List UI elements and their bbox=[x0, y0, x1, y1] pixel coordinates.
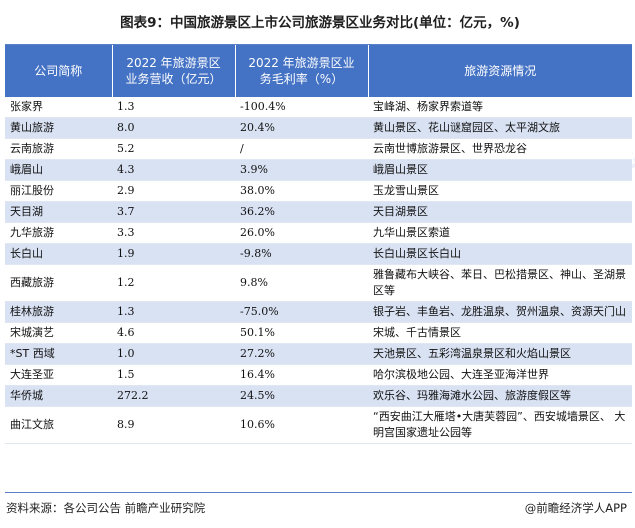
resources-cell: 九华山景区索道 bbox=[368, 222, 632, 244]
table-row: 长白山 1.9 -9.8% 长白山景区长白山 bbox=[5, 243, 632, 265]
company-name-cell: 丽江股份 bbox=[5, 180, 112, 202]
table-body: 张家界 1.3 -100.4% 宝峰湖、杨家界索道等 黄山旅游 8.0 20.4% 黄山景区、… bbox=[5, 97, 632, 444]
revenue-cell: 8.9 bbox=[112, 406, 235, 444]
revenue-cell: 272.2 bbox=[112, 385, 235, 407]
resources-cell: 黄山景区、花山谜窟园区、太平湖文旅 bbox=[368, 117, 632, 139]
margin-cell: 20.4% bbox=[235, 117, 368, 139]
table-row: *ST 西域 1.0 27.2% 天池景区、五彩湾温泉景区和火焰山景区 bbox=[5, 343, 632, 365]
table-row: 西藏旅游 1.2 9.8% 雅鲁藏布大峡谷、苯日、巴松措景区、神山、圣湖景区等 bbox=[5, 264, 632, 302]
resources-cell: 宋城、千古情景区 bbox=[368, 322, 632, 344]
revenue-cell: 1.5 bbox=[112, 364, 235, 386]
table-row: 天目湖 3.7 36.2% 天目湖景区 bbox=[5, 201, 632, 223]
margin-cell: 36.2% bbox=[235, 201, 368, 223]
resources-cell: 天目湖景区 bbox=[368, 201, 632, 223]
company-name-cell: 黄山旅游 bbox=[5, 117, 112, 139]
margin-cell: -75.0% bbox=[235, 301, 368, 323]
resources-cell: 峨眉山景区 bbox=[368, 159, 632, 181]
margin-cell: 16.4% bbox=[235, 364, 368, 386]
table-row: 云南旅游 5.2/云南世博旅游景区、世界恐龙谷 bbox=[5, 138, 632, 160]
data-table: 公司简称 2022 年旅游景区 业务营收（亿元） 2022 年旅游景区业 务毛利率（%）… bbox=[5, 45, 632, 444]
resources-cell: 云南世博旅游景区、世界恐龙谷 bbox=[368, 138, 632, 160]
company-name-cell: 桂林旅游 bbox=[5, 301, 112, 323]
company-name-cell: 峨眉山 bbox=[5, 159, 112, 181]
table-row: 黄山旅游 8.0 20.4% 黄山景区、花山谜窟园区、太平湖文旅 bbox=[5, 117, 632, 139]
revenue-cell: 1.9 bbox=[112, 243, 235, 265]
table-header-row: 公司简称 2022 年旅游景区 业务营收（亿元） 2022 年旅游景区业 务毛利率（%）… bbox=[5, 45, 632, 97]
revenue-cell: 5.2 bbox=[112, 138, 235, 160]
company-name-cell: 大连圣亚 bbox=[5, 364, 112, 386]
column-header: 2022 年旅游景区业 务毛利率（%） bbox=[235, 45, 369, 97]
company-name-cell: 宋城演艺 bbox=[5, 322, 112, 344]
margin-cell: 9.8% bbox=[235, 264, 368, 302]
source-note: 资料来源：各公司公告 前瞻产业研究院 bbox=[6, 501, 206, 515]
revenue-cell: 4.3 bbox=[112, 159, 235, 181]
resources-cell: 长白山景区长白山 bbox=[368, 243, 632, 265]
revenue-cell: 1.3 bbox=[112, 97, 235, 118]
company-name-cell: 云南旅游 bbox=[5, 138, 112, 160]
revenue-cell: 8.0 bbox=[112, 117, 235, 139]
brand-credit: @前瞻经济学人APP bbox=[524, 501, 627, 515]
revenue-cell: 3.3 bbox=[112, 222, 235, 244]
resources-cell: 天池景区、五彩湾温泉景区和火焰山景区 bbox=[368, 343, 632, 365]
revenue-cell: 3.7 bbox=[112, 201, 235, 223]
resources-cell: 雅鲁藏布大峡谷、苯日、巴松措景区、神山、圣湖景区等 bbox=[368, 264, 632, 302]
revenue-cell: 4.6 bbox=[112, 322, 235, 344]
resources-cell: 欢乐谷、玛雅海滩水公园、旅游度假区等 bbox=[368, 385, 632, 407]
table-row: 九华旅游 3.3 26.0% 九华山景区索道 bbox=[5, 222, 632, 244]
margin-cell: 50.1% bbox=[235, 322, 368, 344]
resources-cell: 宝峰湖、杨家界索道等 bbox=[368, 97, 632, 118]
top-rule bbox=[5, 44, 632, 45]
table-row: 桂林旅游 1.3 -75.0% 银子岩、丰鱼岩、龙胜温泉、贺州温泉、资源天门山 bbox=[5, 301, 632, 323]
margin-cell: 27.2% bbox=[235, 343, 368, 365]
company-name-cell: 张家界 bbox=[5, 97, 112, 118]
table-row: 丽江股份 2.9 38.0% 玉龙雪山景区 bbox=[5, 180, 632, 202]
table-row: 曲江文旅 8.9 10.6% “西安曲江大雁塔•大唐芙蓉园”、西安城墙景区、 大明宫国… bbox=[5, 406, 632, 444]
resources-cell: 银子岩、丰鱼岩、龙胜温泉、贺州温泉、资源天门山 bbox=[368, 301, 632, 323]
revenue-cell: 1.3 bbox=[112, 301, 235, 323]
bottom-rule bbox=[5, 492, 632, 493]
column-header: 2022 年旅游景区 业务营收（亿元） bbox=[112, 45, 236, 97]
company-name-cell: 西藏旅游 bbox=[5, 264, 112, 302]
company-name-cell: 九华旅游 bbox=[5, 222, 112, 244]
margin-cell: 10.6% bbox=[235, 406, 368, 444]
table-row: 华侨城 272.2 24.5% 欢乐谷、玛雅海滩水公园、旅游度假区等 bbox=[5, 385, 632, 407]
margin-cell: 24.5% bbox=[235, 385, 368, 407]
table-row: 张家界 1.3 -100.4% 宝峰湖、杨家界索道等 bbox=[5, 97, 632, 118]
revenue-cell: 2.9 bbox=[112, 180, 235, 202]
chart-title: 图表9：中国旅游景区上市公司旅游景区业务对比(单位：亿元，%) bbox=[120, 15, 520, 31]
resources-cell: 哈尔滨极地公园、大连圣亚海洋世界 bbox=[368, 364, 632, 386]
company-name-cell: 华侨城 bbox=[5, 385, 112, 407]
margin-cell: -100.4% bbox=[235, 97, 368, 118]
company-name-cell: 长白山 bbox=[5, 243, 112, 265]
company-name-cell: 天目湖 bbox=[5, 201, 112, 223]
margin-cell: 26.0% bbox=[235, 222, 368, 244]
revenue-cell: 1.0 bbox=[112, 343, 235, 365]
margin-cell: / bbox=[235, 138, 368, 160]
table-row: 宋城演艺 4.6 50.1% 宋城、千古情景区 bbox=[5, 322, 632, 344]
column-header: 旅游资源情况 bbox=[368, 45, 632, 97]
revenue-cell: 1.2 bbox=[112, 264, 235, 302]
margin-cell: 38.0% bbox=[235, 180, 368, 202]
company-name-cell: *ST 西域 bbox=[5, 343, 112, 365]
resources-cell: “西安曲江大雁塔•大唐芙蓉园”、西安城墙景区、 大明宫国家遗址公园等 bbox=[368, 406, 632, 444]
column-header: 公司简称 bbox=[5, 45, 113, 97]
margin-cell: 3.9% bbox=[235, 159, 368, 181]
table-row: 峨眉山 4.3 3.9% 峨眉山景区 bbox=[5, 159, 632, 181]
table-row: 大连圣亚 1.5 16.4% 哈尔滨极地公园、大连圣亚海洋世界 bbox=[5, 364, 632, 386]
company-name-cell: 曲江文旅 bbox=[5, 406, 112, 444]
resources-cell: 玉龙雪山景区 bbox=[368, 180, 632, 202]
margin-cell: -9.8% bbox=[235, 243, 368, 265]
